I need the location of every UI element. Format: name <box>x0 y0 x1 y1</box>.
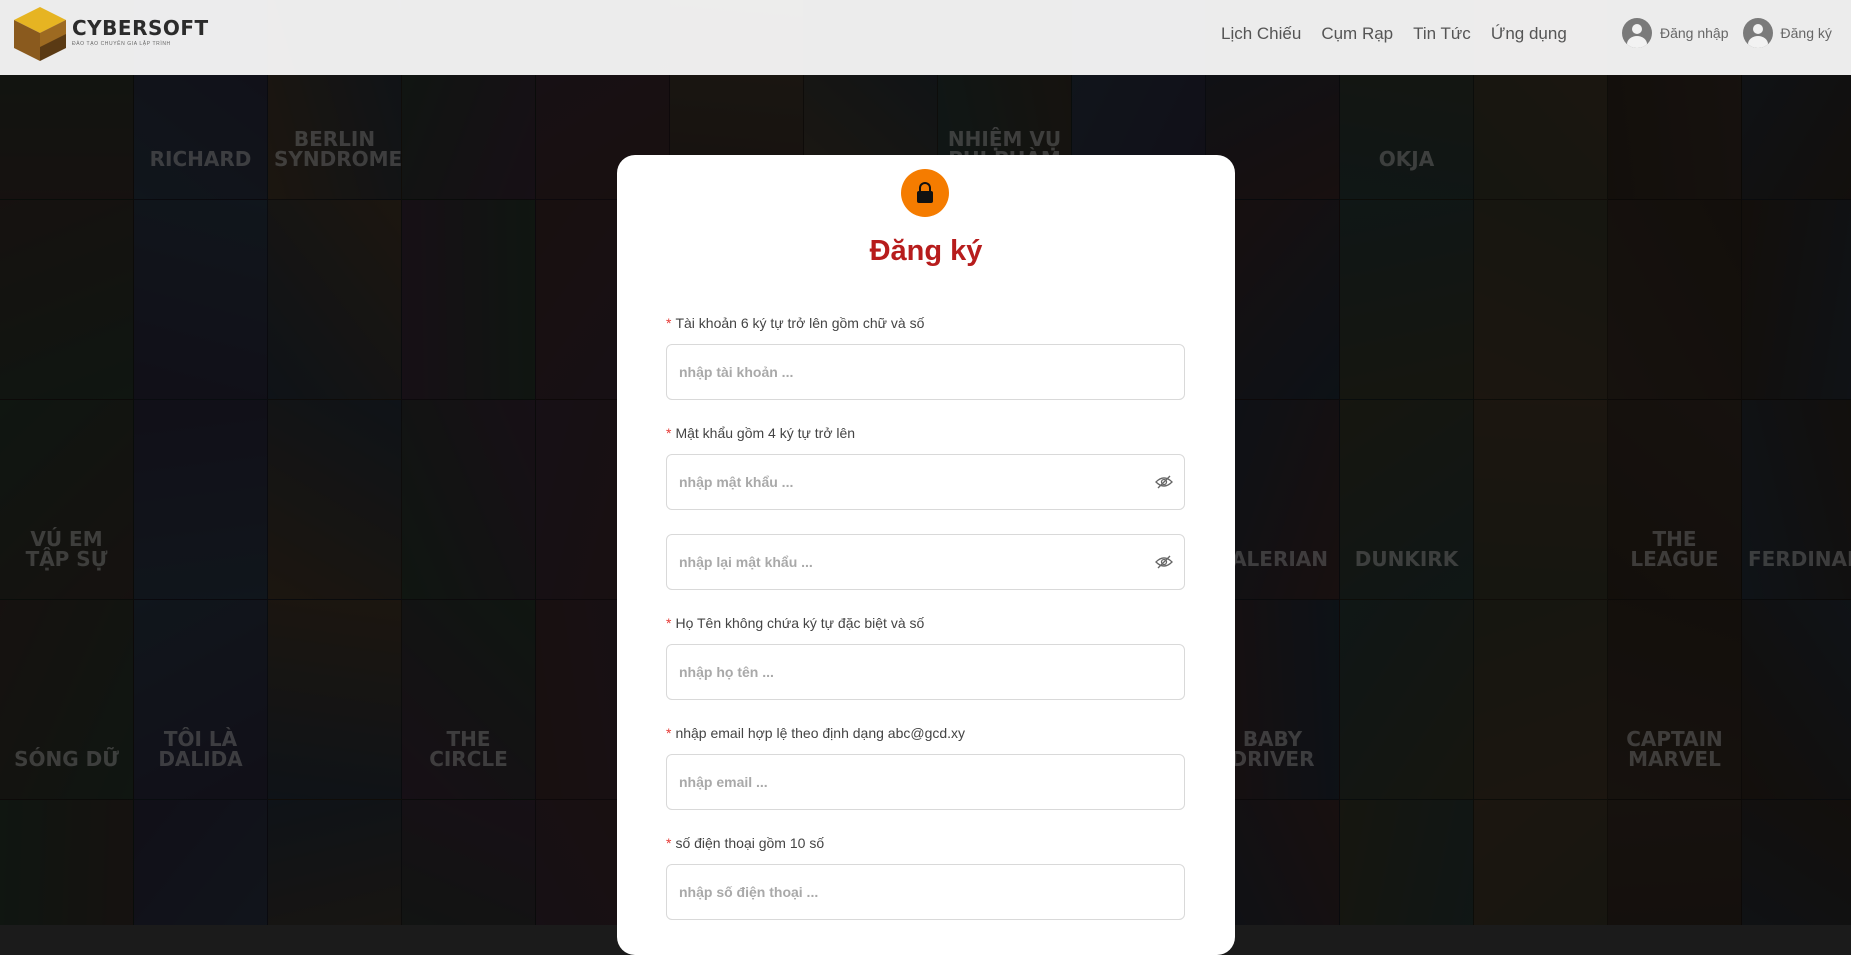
password-label: * Mật khẩu gồm 4 ký tự trở lên <box>666 425 856 441</box>
user-avatar-icon <box>1622 18 1652 48</box>
login-link[interactable]: Đăng nhập <box>1622 18 1729 48</box>
register-link[interactable]: Đăng ký <box>1742 18 1832 48</box>
fullname-input[interactable] <box>666 644 1185 700</box>
auth-links: Đăng nhập Đăng ký <box>1622 18 1832 48</box>
confirm-password-input[interactable] <box>666 534 1185 590</box>
password-input[interactable] <box>666 454 1185 510</box>
nav-lich-chieu[interactable]: Lịch Chiếu <box>1221 24 1301 44</box>
logo-subtitle: ĐÀO TẠO CHUYÊN GIA LẬP TRÌNH <box>72 40 171 47</box>
logo-title: CYBERSOFT <box>72 15 209 40</box>
logo-cube-icon <box>12 5 68 63</box>
phone-label: * số điện thoại gồm 10 số <box>666 835 825 851</box>
register-card: Đăng ký * Tài khoản 6 ký tự trở lên gồm c… <box>617 155 1235 955</box>
nav-cum-rap[interactable]: Cụm Rạp <box>1321 24 1393 44</box>
register-label: Đăng ký <box>1780 25 1832 41</box>
eye-invisible-icon[interactable] <box>1155 555 1173 569</box>
required-mark: * <box>666 315 672 331</box>
login-label: Đăng nhập <box>1660 25 1729 41</box>
eye-invisible-icon[interactable] <box>1155 475 1173 489</box>
email-label: * nhập email hợp lệ theo định dạng abc@gc… <box>666 725 966 741</box>
fullname-label: * Họ Tên không chứa ký tự đặc biệt và số <box>666 615 925 631</box>
required-mark: * <box>666 725 672 741</box>
top-header: CYBERSOFT ĐÀO TẠO CHUYÊN GIA LẬP TRÌNH L… <box>0 0 1851 75</box>
logo[interactable]: CYBERSOFT ĐÀO TẠO CHUYÊN GIA LẬP TRÌNH <box>12 5 209 63</box>
username-label: * Tài khoản 6 ký tự trở lên gồm chữ và số <box>666 315 925 331</box>
required-mark: * <box>666 425 672 441</box>
phone-input[interactable] <box>666 864 1185 920</box>
email-input[interactable] <box>666 754 1185 810</box>
required-mark: * <box>666 835 672 851</box>
user-avatar-icon <box>1742 18 1773 48</box>
nav-tin-tuc[interactable]: Tin Tức <box>1413 24 1471 44</box>
required-mark: * <box>666 615 672 631</box>
main-nav: Lịch Chiếu Cụm Rạp Tin Tức Ứng dụng <box>1221 24 1567 44</box>
nav-ung-dung[interactable]: Ứng dụng <box>1491 24 1567 44</box>
page-title: Đăng ký <box>869 235 983 267</box>
lock-icon <box>901 169 949 217</box>
username-input[interactable] <box>666 344 1185 400</box>
